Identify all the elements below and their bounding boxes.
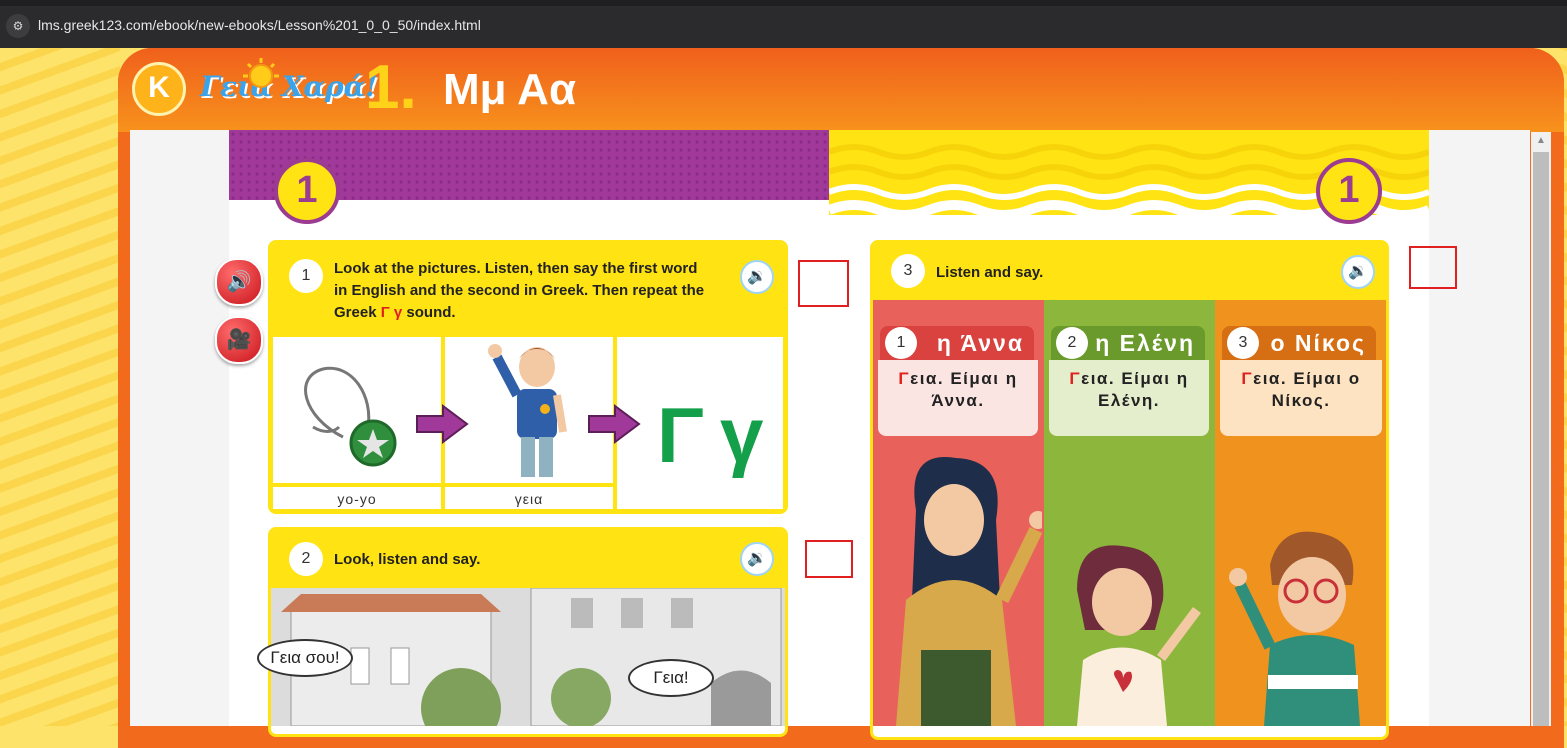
url-text[interactable]: lms.greek123.com/ebook/new-ebooks/Lesson… <box>38 17 481 33</box>
activity-1-number: 1 <box>289 259 323 293</box>
speech-line1: εια. Είμαι η <box>1081 369 1189 388</box>
activity-2-instruction: Look, listen and say. <box>334 551 481 568</box>
nikos-illustration <box>1229 531 1360 726</box>
speech-bubble-1: Γεια σου! <box>257 639 353 677</box>
activity-2-number: 2 <box>289 542 323 576</box>
brand-logo: K <box>132 62 186 116</box>
activity-1-instruction-line1: Look at the pictures. Listen, then say t… <box>334 260 698 277</box>
audio-icon[interactable]: 🔉 <box>740 542 774 576</box>
character-name: η Άννα <box>936 330 1024 356</box>
speech-line2: Νίκος. <box>1271 391 1331 410</box>
character-number: 2 <box>1056 327 1088 359</box>
caption-geia: γεια <box>443 485 615 511</box>
speech-bubble-2: Γεια! <box>628 659 714 697</box>
anna-illustration <box>896 457 1042 726</box>
audio-icon[interactable]: 🔉 <box>1341 255 1375 289</box>
arrow-right-icon <box>588 404 641 444</box>
highlight-gamma: Γ <box>1241 369 1254 388</box>
activity-1-instruction-line3: Greek Γ γ sound. <box>334 302 744 324</box>
caption-yoyo: yo-yo <box>271 485 443 511</box>
activity-3-answer-box[interactable] <box>1409 246 1457 289</box>
instruction-greek-letters: Γ γ <box>380 304 403 321</box>
character-number: 3 <box>1227 327 1259 359</box>
character-speech-box: Γεια. Είμαι η Άννα. <box>878 360 1038 436</box>
character-speech-box: Γεια. Είμαι ο Νίκος. <box>1220 360 1382 436</box>
page-number-badge-left: 1 <box>274 158 340 224</box>
speech-line2: Ελένη. <box>1097 391 1161 410</box>
lesson-title: Μμ Αα <box>443 65 576 114</box>
series-logo-text: Γεια Χαρά! <box>200 70 378 103</box>
activity-2-answer-box[interactable] <box>805 540 853 578</box>
activity-1-instruction: Look at the pictures. Listen, then say t… <box>334 258 744 324</box>
eleni-illustration <box>1077 545 1201 726</box>
page-number-badge-right: 1 <box>1316 158 1382 224</box>
activity-1-instruction-line2: in English and the second in Greek. Then… <box>334 282 705 299</box>
character-name: η Ελένη <box>1095 330 1195 356</box>
character-speech-box: Γεια. Είμαι η Ελένη. <box>1049 360 1209 436</box>
browser-tab-strip <box>0 0 1567 6</box>
activity-1-answer-box[interactable] <box>798 260 849 307</box>
instruction-text-post: sound. <box>402 304 456 321</box>
activity-3-instruction: Listen and say. <box>936 264 1044 281</box>
highlight-gamma: Γ <box>898 369 911 388</box>
background-pattern-left <box>0 48 120 726</box>
scrollbar-thumb[interactable] <box>1533 152 1549 726</box>
speech-line1: εια. Είμαι η <box>910 369 1018 388</box>
character-number: 1 <box>885 327 917 359</box>
lesson-number: 1. <box>365 53 417 122</box>
speaker-icon[interactable]: 🔊 <box>215 258 263 306</box>
sun-icon <box>243 58 279 88</box>
highlight-gamma: Γ <box>1069 369 1082 388</box>
character-name: ο Νίκος <box>1270 330 1366 356</box>
instruction-text-pre: Greek <box>334 304 381 321</box>
greek-capital-gamma: Γ <box>657 391 704 479</box>
site-settings-icon[interactable]: ⚙ <box>6 14 30 38</box>
greek-small-gamma: γ <box>720 391 764 479</box>
arrow-right-icon <box>416 404 469 444</box>
audio-icon[interactable]: 🔉 <box>740 260 774 294</box>
speech-line1: εια. Είμαι ο <box>1253 369 1361 388</box>
browser-address-bar: ⚙ lms.greek123.com/ebook/new-ebooks/Less… <box>0 0 1567 48</box>
scroll-up-arrow-icon[interactable]: ▲ <box>1533 134 1549 148</box>
activity-3-number: 3 <box>891 254 925 288</box>
speech-line2: Άννα. <box>931 391 985 410</box>
video-camera-icon[interactable]: 🎥 <box>215 316 263 364</box>
